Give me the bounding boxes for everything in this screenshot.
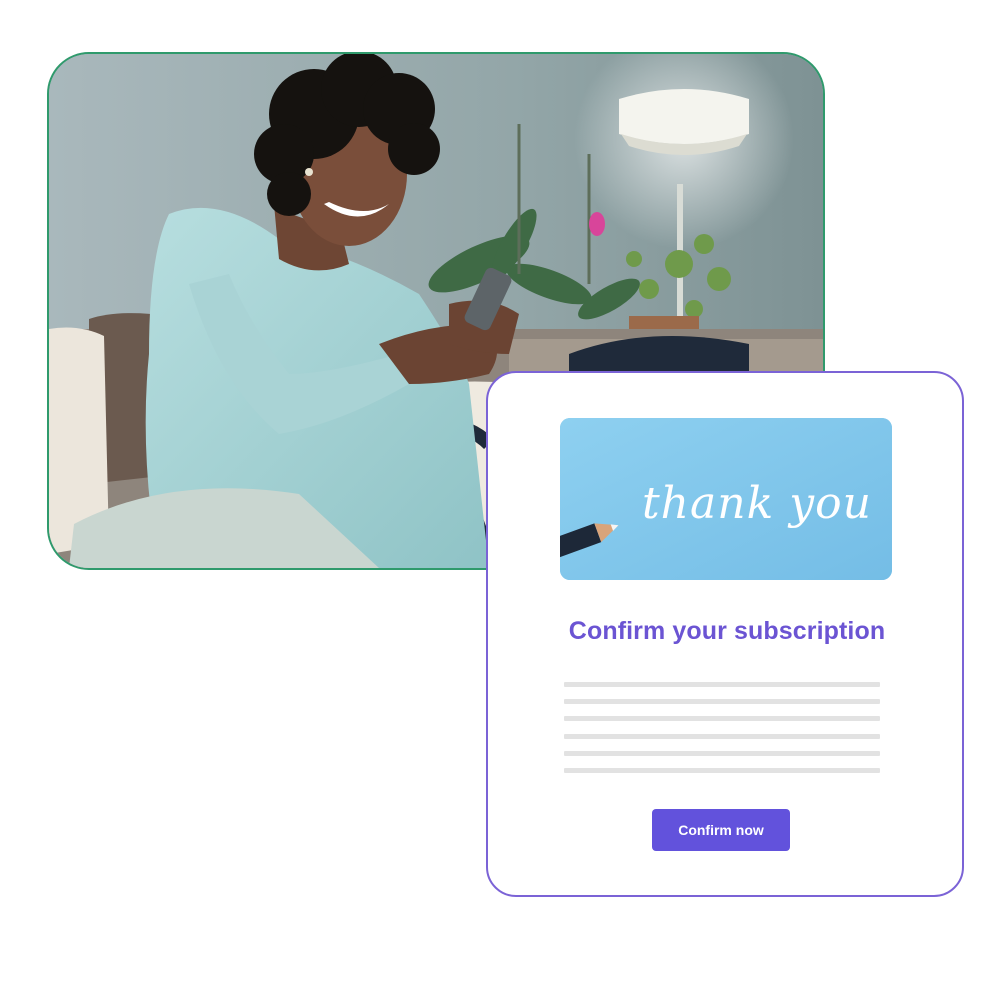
body-text-placeholder xyxy=(564,682,880,785)
placeholder-line xyxy=(564,750,880,756)
placeholder-line xyxy=(564,767,880,773)
placeholder-line xyxy=(564,682,880,687)
confirm-now-button[interactable]: Confirm now xyxy=(652,809,790,851)
placeholder-line xyxy=(564,699,880,705)
placeholder-line xyxy=(564,733,880,739)
thank-you-hero-image: thank you xyxy=(560,418,892,580)
placeholder-line xyxy=(564,716,880,722)
email-title: Confirm your subscription xyxy=(568,617,886,645)
hero-script-text: thank you xyxy=(642,478,872,529)
pencil-thank-you-illustration: thank you xyxy=(560,418,892,580)
email-preview-card: thank you Confirm your subscription Conf… xyxy=(486,371,964,897)
